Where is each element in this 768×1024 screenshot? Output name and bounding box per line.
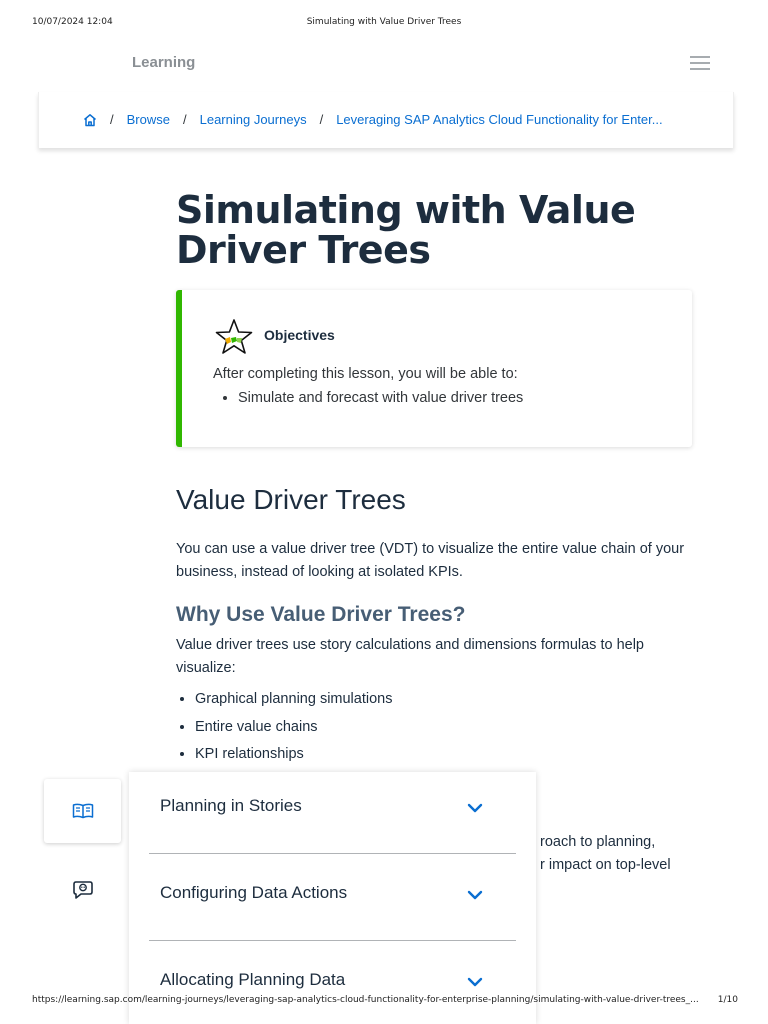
book-icon[interactable]: [72, 803, 94, 824]
print-url: https://learning.sap.com/learning-journe…: [32, 995, 699, 1005]
breadcrumb-browse[interactable]: Browse: [127, 112, 170, 127]
accordion-item-configuring-data-actions[interactable]: Configuring Data Actions: [149, 853, 516, 941]
list-item: Graphical planning simulations: [195, 686, 392, 714]
breadcrumb: / Browse / Learning Journeys / Leveragin…: [83, 112, 668, 127]
print-doc-title: Simulating with Value Driver Trees: [306, 17, 462, 27]
section-paragraph: You can use a value driver tree (VDT) to…: [176, 541, 685, 580]
section-subparagraph: Value driver trees use story calculation…: [176, 637, 644, 676]
lesson-accordion-panel: Planning in Stories Configuring Data Act…: [129, 772, 536, 1024]
obscured-paragraph: roach to planning, r impact on top-level: [540, 831, 690, 877]
chevron-down-icon[interactable]: [467, 974, 483, 987]
hamburger-menu-icon[interactable]: [690, 56, 710, 72]
breadcrumb-bar: / Browse / Learning Journeys / Leveragin…: [38, 92, 734, 148]
objectives-list: Simulate and forecast with value driver …: [213, 388, 523, 408]
accordion-item-allocating-planning-data[interactable]: Allocating Planning Data: [149, 940, 516, 1024]
print-header: 10/07/2024 12:04 Simulating with Value D…: [0, 17, 768, 31]
objectives-title: Objectives: [264, 327, 335, 343]
objectives-intro: After completing this lesson, you will b…: [213, 366, 518, 382]
home-icon[interactable]: [83, 113, 97, 127]
section-heading: Value Driver Trees: [176, 484, 406, 515]
obscured-line: roach to planning,: [540, 834, 656, 850]
accordion-label: Planning in Stories: [160, 796, 302, 815]
breadcrumb-learning-journeys[interactable]: Learning Journeys: [200, 112, 307, 127]
objective-item: Simulate and forecast with value driver …: [238, 388, 523, 408]
chevron-down-icon[interactable]: [467, 887, 483, 900]
section-subheading: Why Use Value Driver Trees?: [176, 603, 466, 626]
print-page-number: 1/10: [717, 995, 738, 1005]
chevron-down-icon[interactable]: [467, 800, 483, 813]
page-title: Simulating with Value Driver Trees: [176, 188, 636, 272]
obscured-line: r impact on top-level: [540, 857, 671, 873]
accordion-label: Configuring Data Actions: [160, 883, 348, 902]
objectives-card: Objectives After completing this lesson,…: [176, 290, 692, 447]
site-brand[interactable]: Learning: [132, 54, 195, 71]
star-icon: [214, 318, 254, 356]
list-item: Entire value chains: [195, 714, 392, 742]
side-rail-lesson-tab[interactable]: [44, 779, 121, 843]
accordion-item-planning-in-stories[interactable]: Planning in Stories: [149, 772, 516, 854]
print-footer: https://learning.sap.com/learning-journe…: [0, 995, 768, 1009]
accordion-label: Allocating Planning Data: [160, 970, 346, 989]
value-driver-bullets: Graphical planning simulations Entire va…: [176, 686, 392, 769]
breadcrumb-current-journey[interactable]: Leveraging SAP Analytics Cloud Functiona…: [336, 112, 668, 127]
chat-bot-icon[interactable]: [72, 879, 94, 906]
breadcrumb-separator: /: [182, 112, 187, 127]
breadcrumb-separator: /: [110, 112, 114, 127]
list-item: KPI relationships: [195, 741, 392, 769]
breadcrumb-separator: /: [319, 112, 324, 127]
